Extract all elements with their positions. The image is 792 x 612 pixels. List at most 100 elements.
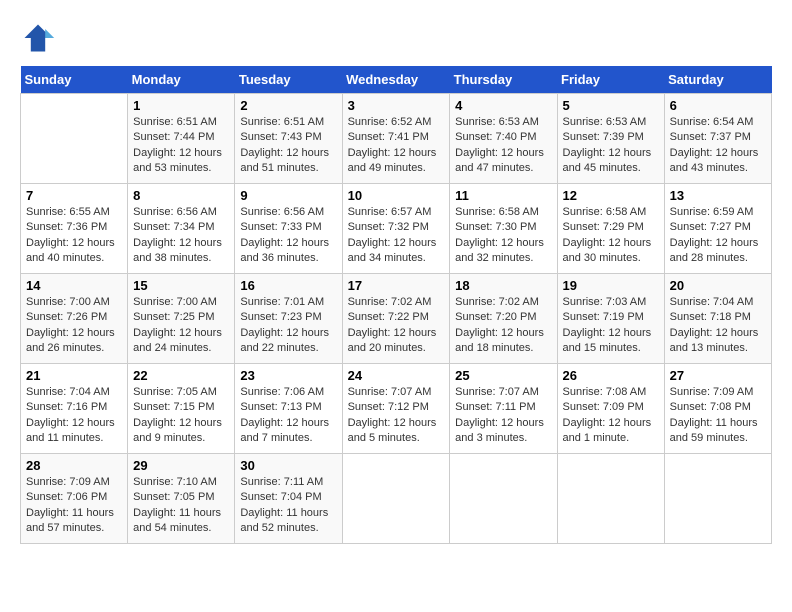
calendar-cell: 20 Sunrise: 7:04 AM Sunset: 7:18 PM Dayl… — [664, 274, 771, 364]
day-info: Sunrise: 7:00 AM Sunset: 7:26 PM Dayligh… — [26, 295, 122, 357]
sunrise: Sunrise: 7:07 AM — [455, 386, 539, 398]
day-number: 12 — [563, 188, 659, 203]
calendar-cell — [21, 94, 128, 184]
day-number: 23 — [240, 368, 336, 383]
day-info: Sunrise: 6:56 AM Sunset: 7:34 PM Dayligh… — [133, 205, 229, 267]
sunset: Sunset: 7:33 PM — [240, 221, 321, 233]
week-row-1: 1 Sunrise: 6:51 AM Sunset: 7:44 PM Dayli… — [21, 94, 772, 184]
sunrise: Sunrise: 6:51 AM — [240, 116, 324, 128]
sunrise: Sunrise: 6:54 AM — [670, 116, 754, 128]
calendar-cell: 18 Sunrise: 7:02 AM Sunset: 7:20 PM Dayl… — [450, 274, 557, 364]
sunrise: Sunrise: 7:04 AM — [670, 296, 754, 308]
calendar-cell: 17 Sunrise: 7:02 AM Sunset: 7:22 PM Dayl… — [342, 274, 450, 364]
day-number: 29 — [133, 458, 229, 473]
day-number: 15 — [133, 278, 229, 293]
daylight: Daylight: 12 hours and 7 minutes. — [240, 417, 329, 444]
sunset: Sunset: 7:18 PM — [670, 311, 751, 323]
sunrise: Sunrise: 6:53 AM — [563, 116, 647, 128]
daylight: Daylight: 11 hours and 54 minutes. — [133, 507, 221, 534]
day-number: 14 — [26, 278, 122, 293]
sunrise: Sunrise: 6:58 AM — [455, 206, 539, 218]
daylight: Daylight: 12 hours and 47 minutes. — [455, 147, 544, 174]
page-header — [20, 20, 772, 56]
sunrise: Sunrise: 7:09 AM — [26, 476, 110, 488]
sunset: Sunset: 7:27 PM — [670, 221, 751, 233]
daylight: Daylight: 12 hours and 15 minutes. — [563, 327, 652, 354]
daylight: Daylight: 12 hours and 11 minutes. — [26, 417, 115, 444]
day-number: 20 — [670, 278, 766, 293]
sunset: Sunset: 7:22 PM — [348, 311, 429, 323]
sunrise: Sunrise: 7:00 AM — [26, 296, 110, 308]
day-info: Sunrise: 6:56 AM Sunset: 7:33 PM Dayligh… — [240, 205, 336, 267]
sunrise: Sunrise: 7:02 AM — [455, 296, 539, 308]
day-info: Sunrise: 7:09 AM Sunset: 7:06 PM Dayligh… — [26, 475, 122, 537]
sunset: Sunset: 7:11 PM — [455, 401, 536, 413]
sunset: Sunset: 7:41 PM — [348, 131, 429, 143]
sunset: Sunset: 7:39 PM — [563, 131, 644, 143]
sunrise: Sunrise: 6:52 AM — [348, 116, 432, 128]
calendar-cell: 21 Sunrise: 7:04 AM Sunset: 7:16 PM Dayl… — [21, 364, 128, 454]
day-number: 30 — [240, 458, 336, 473]
column-header-saturday: Saturday — [664, 66, 771, 94]
day-info: Sunrise: 6:59 AM Sunset: 7:27 PM Dayligh… — [670, 205, 766, 267]
daylight: Daylight: 12 hours and 26 minutes. — [26, 327, 115, 354]
calendar-cell: 23 Sunrise: 7:06 AM Sunset: 7:13 PM Dayl… — [235, 364, 342, 454]
sunset: Sunset: 7:40 PM — [455, 131, 536, 143]
day-info: Sunrise: 7:11 AM Sunset: 7:04 PM Dayligh… — [240, 475, 336, 537]
column-header-tuesday: Tuesday — [235, 66, 342, 94]
calendar-cell: 8 Sunrise: 6:56 AM Sunset: 7:34 PM Dayli… — [128, 184, 235, 274]
sunrise: Sunrise: 6:57 AM — [348, 206, 432, 218]
day-number: 1 — [133, 98, 229, 113]
calendar-cell: 6 Sunrise: 6:54 AM Sunset: 7:37 PM Dayli… — [664, 94, 771, 184]
day-info: Sunrise: 6:54 AM Sunset: 7:37 PM Dayligh… — [670, 115, 766, 177]
week-row-3: 14 Sunrise: 7:00 AM Sunset: 7:26 PM Dayl… — [21, 274, 772, 364]
day-number: 11 — [455, 188, 551, 203]
day-info: Sunrise: 7:10 AM Sunset: 7:05 PM Dayligh… — [133, 475, 229, 537]
column-header-friday: Friday — [557, 66, 664, 94]
calendar-header-row: SundayMondayTuesdayWednesdayThursdayFrid… — [21, 66, 772, 94]
day-info: Sunrise: 7:07 AM Sunset: 7:11 PM Dayligh… — [455, 385, 551, 447]
daylight: Daylight: 12 hours and 9 minutes. — [133, 417, 222, 444]
calendar-cell: 2 Sunrise: 6:51 AM Sunset: 7:43 PM Dayli… — [235, 94, 342, 184]
calendar-cell: 15 Sunrise: 7:00 AM Sunset: 7:25 PM Dayl… — [128, 274, 235, 364]
calendar-cell — [342, 454, 450, 544]
sunset: Sunset: 7:34 PM — [133, 221, 214, 233]
daylight: Daylight: 12 hours and 32 minutes. — [455, 237, 544, 264]
sunrise: Sunrise: 7:03 AM — [563, 296, 647, 308]
day-number: 17 — [348, 278, 445, 293]
sunrise: Sunrise: 6:59 AM — [670, 206, 754, 218]
day-number: 8 — [133, 188, 229, 203]
calendar-table: SundayMondayTuesdayWednesdayThursdayFrid… — [20, 66, 772, 544]
daylight: Daylight: 11 hours and 52 minutes. — [240, 507, 328, 534]
daylight: Daylight: 12 hours and 24 minutes. — [133, 327, 222, 354]
sunrise: Sunrise: 7:02 AM — [348, 296, 432, 308]
column-header-wednesday: Wednesday — [342, 66, 450, 94]
daylight: Daylight: 12 hours and 18 minutes. — [455, 327, 544, 354]
day-number: 25 — [455, 368, 551, 383]
day-info: Sunrise: 7:02 AM Sunset: 7:22 PM Dayligh… — [348, 295, 445, 357]
sunrise: Sunrise: 7:09 AM — [670, 386, 754, 398]
day-info: Sunrise: 6:55 AM Sunset: 7:36 PM Dayligh… — [26, 205, 122, 267]
day-info: Sunrise: 6:53 AM Sunset: 7:39 PM Dayligh… — [563, 115, 659, 177]
day-info: Sunrise: 6:58 AM Sunset: 7:30 PM Dayligh… — [455, 205, 551, 267]
sunset: Sunset: 7:23 PM — [240, 311, 321, 323]
sunset: Sunset: 7:29 PM — [563, 221, 644, 233]
sunset: Sunset: 7:37 PM — [670, 131, 751, 143]
sunrise: Sunrise: 7:07 AM — [348, 386, 432, 398]
sunrise: Sunrise: 6:53 AM — [455, 116, 539, 128]
calendar-cell: 13 Sunrise: 6:59 AM Sunset: 7:27 PM Dayl… — [664, 184, 771, 274]
column-header-monday: Monday — [128, 66, 235, 94]
calendar-cell: 12 Sunrise: 6:58 AM Sunset: 7:29 PM Dayl… — [557, 184, 664, 274]
day-number: 24 — [348, 368, 445, 383]
calendar-cell: 14 Sunrise: 7:00 AM Sunset: 7:26 PM Dayl… — [21, 274, 128, 364]
sunset: Sunset: 7:25 PM — [133, 311, 214, 323]
day-info: Sunrise: 7:03 AM Sunset: 7:19 PM Dayligh… — [563, 295, 659, 357]
sunrise: Sunrise: 6:56 AM — [133, 206, 217, 218]
calendar-cell: 1 Sunrise: 6:51 AM Sunset: 7:44 PM Dayli… — [128, 94, 235, 184]
sunset: Sunset: 7:26 PM — [26, 311, 107, 323]
column-header-thursday: Thursday — [450, 66, 557, 94]
sunrise: Sunrise: 7:08 AM — [563, 386, 647, 398]
day-info: Sunrise: 7:00 AM Sunset: 7:25 PM Dayligh… — [133, 295, 229, 357]
day-info: Sunrise: 6:57 AM Sunset: 7:32 PM Dayligh… — [348, 205, 445, 267]
sunset: Sunset: 7:32 PM — [348, 221, 429, 233]
